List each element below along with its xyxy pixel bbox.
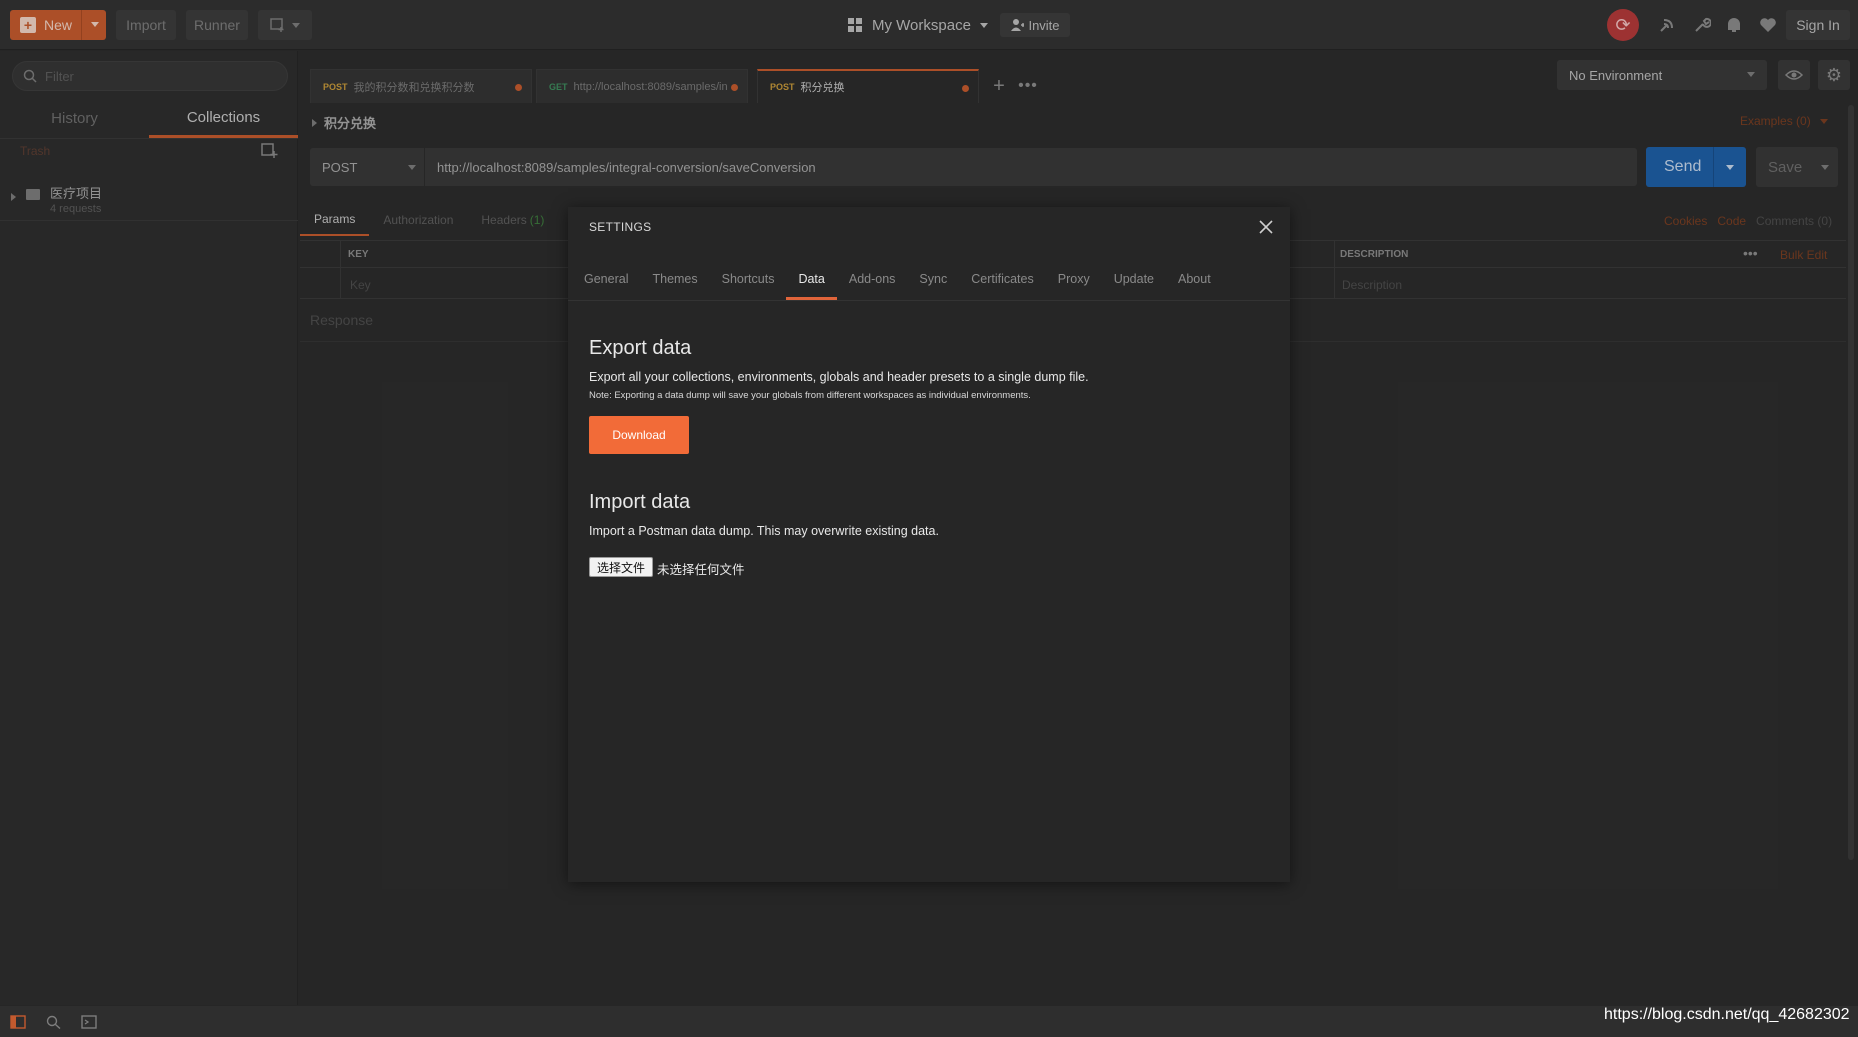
status-bar (0, 1005, 1858, 1037)
import-heading: Import data (589, 491, 691, 513)
choose-file-button[interactable]: 选择文件 (589, 557, 653, 577)
import-description: Import a Postman data dump. This may ove… (589, 524, 939, 538)
tab-data[interactable]: Data (786, 257, 838, 300)
download-button[interactable]: Download (589, 416, 689, 454)
export-note: Note: Exporting a data dump will save yo… (589, 390, 1031, 401)
close-icon[interactable] (1258, 219, 1274, 235)
tab-about[interactable]: About (1166, 257, 1223, 300)
search-icon[interactable] (46, 1015, 62, 1029)
file-status: 未选择任何文件 (657, 563, 745, 577)
tab-general[interactable]: General (572, 257, 640, 300)
tab-proxy[interactable]: Proxy (1046, 257, 1102, 300)
tab-add-ons[interactable]: Add-ons (837, 257, 908, 300)
tab-shortcuts[interactable]: Shortcuts (710, 257, 787, 300)
tab-sync[interactable]: Sync (907, 257, 959, 300)
settings-modal: SETTINGS General Themes Shortcuts Data A… (568, 207, 1290, 882)
tab-themes[interactable]: Themes (640, 257, 709, 300)
tab-update[interactable]: Update (1102, 257, 1166, 300)
console-icon[interactable] (81, 1015, 97, 1029)
settings-tabs: General Themes Shortcuts Data Add-ons Sy… (568, 257, 1290, 301)
tab-certificates[interactable]: Certificates (959, 257, 1046, 300)
sidebar-toggle-icon[interactable] (10, 1015, 26, 1029)
modal-title: SETTINGS (589, 220, 652, 234)
export-heading: Export data (589, 337, 692, 359)
watermark: https://blog.csdn.net/qq_42682302 (1604, 1006, 1850, 1023)
export-description: Export all your collections, environment… (589, 370, 1089, 384)
